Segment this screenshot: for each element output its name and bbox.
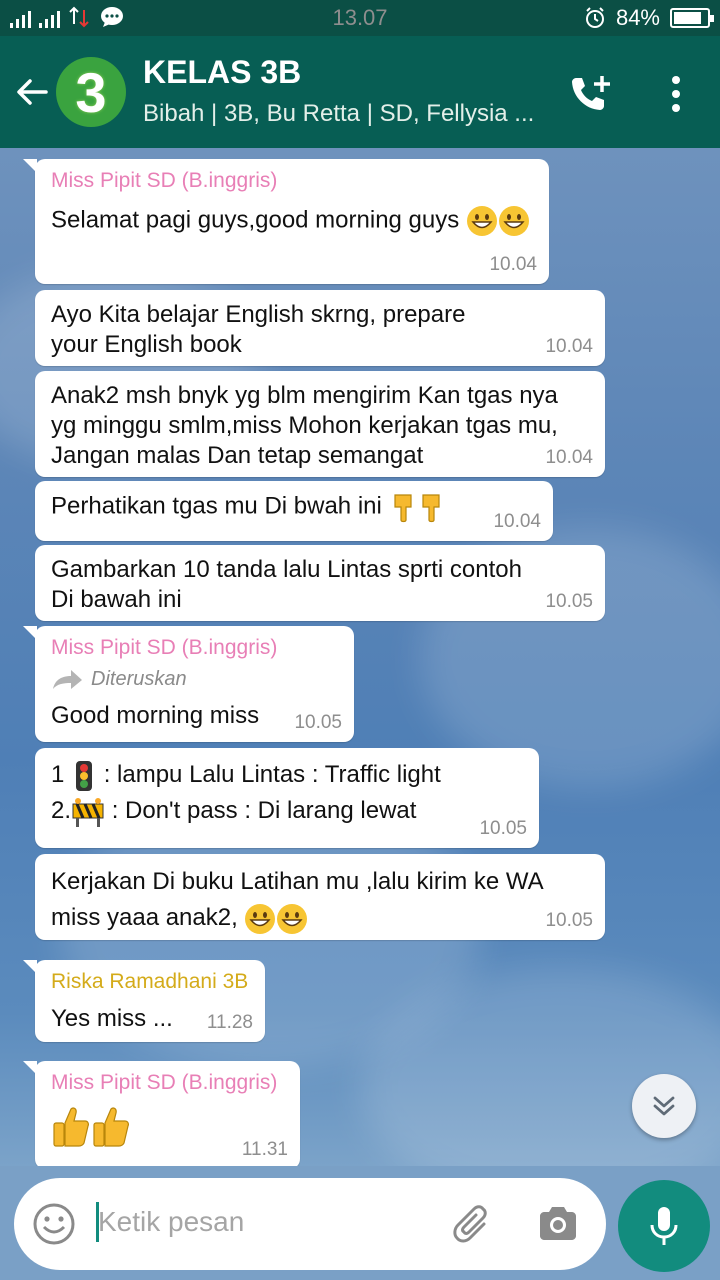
message-bubble[interactable]: Gambarkan 10 tanda lalu Lintas sprti con… bbox=[35, 545, 605, 621]
forward-arrow-icon bbox=[53, 669, 82, 689]
group-title[interactable]: KELAS 3B bbox=[143, 54, 301, 91]
message-bubble[interactable]: Anak2 msh bnyk yg blm mengirim Kan tgas … bbox=[35, 371, 605, 477]
battery-percent: 84% bbox=[615, 5, 660, 30]
arrow-back-icon[interactable] bbox=[14, 74, 50, 110]
add-call-icon[interactable] bbox=[568, 72, 614, 116]
message-bubble[interactable]: Miss Pipit SD (B.inggris) 11.31 bbox=[23, 1061, 300, 1166]
line-text: : Don't pass : Di larang lewat bbox=[111, 797, 417, 824]
forwarded-label: Diteruskan bbox=[51, 668, 338, 691]
grinning-face-emoji bbox=[277, 903, 308, 934]
battery-icon bbox=[670, 8, 714, 28]
grinning-face-emoji bbox=[466, 206, 497, 236]
message-bubble[interactable]: Riska Ramadhani 3B Yes miss ... 11.28 bbox=[23, 960, 265, 1042]
sender-name: Miss Pipit SD (B.inggris) bbox=[51, 1071, 278, 1094]
message-text-content: Selamat pagi guys,good morning guys bbox=[51, 206, 460, 234]
battery-fill bbox=[674, 12, 701, 24]
mic-button[interactable] bbox=[618, 1180, 710, 1272]
sender-name: Riska Ramadhani 3B bbox=[51, 970, 249, 993]
message-text: Gambarkan 10 tanda lalu Lintas sprti con… bbox=[51, 556, 522, 613]
message-time: 10.04 bbox=[545, 447, 593, 468]
group-avatar[interactable]: 3 bbox=[56, 57, 126, 127]
input-bar: Ketik pesan bbox=[0, 1166, 720, 1280]
message-text: Kerjakan Di buku Latihan mu ,lalu kirim … bbox=[51, 864, 545, 936]
attach-icon[interactable] bbox=[452, 1202, 496, 1246]
sender-name: Miss Pipit SD (B.inggris) bbox=[51, 636, 278, 659]
message-input-box[interactable]: Ketik pesan bbox=[14, 1178, 606, 1270]
message-text: Anak2 msh bnyk yg blm mengirim Kan tgas … bbox=[51, 382, 558, 469]
message-bubble[interactable]: 1 : lampu Lalu Lintas : Traffic light 2.… bbox=[35, 748, 539, 848]
group-participants[interactable]: Bibah | 3B, Bu Retta | SD, Fellysia ... bbox=[143, 100, 534, 128]
message-line: 2. : Don't pass : Di larang lewat bbox=[51, 794, 523, 828]
message-bubble[interactable]: Miss Pipit SD (B.inggris) Diteruskan Goo… bbox=[23, 626, 354, 742]
message-line: 1 : lampu Lalu Lintas : Traffic light bbox=[51, 758, 523, 792]
message-time: 10.04 bbox=[493, 511, 541, 532]
line-number: 2. bbox=[51, 797, 72, 824]
double-chevron-down-icon bbox=[653, 1096, 675, 1116]
message-text: Selamat pagi guys,good morning guys bbox=[51, 205, 533, 237]
camera-icon[interactable] bbox=[536, 1202, 580, 1246]
scroll-to-bottom-button[interactable] bbox=[632, 1074, 696, 1138]
sender-name: Miss Pipit SD (B.inggris) bbox=[51, 169, 278, 192]
pointing-down-emoji bbox=[421, 494, 440, 523]
line-text: : lampu Lalu Lintas : Traffic light bbox=[103, 761, 441, 788]
line-number: 1 bbox=[51, 761, 65, 788]
alarm-icon bbox=[585, 7, 604, 28]
grinning-face-emoji bbox=[245, 903, 276, 934]
avatar-text: 3 bbox=[75, 60, 107, 124]
message-text: Perhatikan tgas mu Di bwah ini bbox=[51, 491, 537, 523]
message-input[interactable]: Ketik pesan bbox=[98, 1206, 244, 1238]
traffic-light-emoji bbox=[76, 760, 93, 791]
message-bubble[interactable]: Perhatikan tgas mu Di bwah ini 10.04 bbox=[35, 481, 553, 541]
chat-area[interactable]: Miss Pipit SD (B.inggris) Selamat pagi g… bbox=[0, 148, 720, 1166]
mic-icon bbox=[650, 1207, 678, 1245]
message-time: 10.04 bbox=[545, 336, 593, 357]
message-bubble[interactable]: Miss Pipit SD (B.inggris) Selamat pagi g… bbox=[23, 159, 549, 284]
more-vert-icon[interactable] bbox=[662, 72, 690, 116]
message-bubble[interactable]: Kerjakan Di buku Latihan mu ,lalu kirim … bbox=[35, 854, 605, 940]
forwarded-text: Diteruskan bbox=[91, 668, 187, 690]
message-time: 10.05 bbox=[545, 910, 593, 931]
message-text: Ayo Kita belajar English skrng, prepare … bbox=[51, 301, 466, 358]
message-time: 11.31 bbox=[241, 1139, 288, 1160]
status-bar: 13.07 84% bbox=[0, 0, 720, 36]
message-time: 10.05 bbox=[479, 818, 527, 839]
emoji-icon[interactable] bbox=[32, 1202, 76, 1246]
thumbs-up-emoji bbox=[93, 1107, 129, 1147]
message-time: 10.05 bbox=[545, 591, 593, 612]
construction-barrier-emoji bbox=[72, 797, 104, 827]
grinning-face-emoji bbox=[498, 206, 529, 236]
thumbs-up-emoji bbox=[53, 1107, 89, 1147]
message-text-content: Perhatikan tgas mu Di bwah ini bbox=[51, 492, 382, 520]
pointing-down-emoji bbox=[393, 494, 412, 523]
message-time: 11.28 bbox=[206, 1012, 253, 1033]
message-time: 10.04 bbox=[489, 254, 537, 275]
message-bubble[interactable]: Ayo Kita belajar English skrng, prepare … bbox=[35, 290, 605, 366]
message-time: 10.05 bbox=[294, 712, 342, 733]
chat-header: 3 KELAS 3B Bibah | 3B, Bu Retta | SD, Fe… bbox=[0, 36, 720, 148]
